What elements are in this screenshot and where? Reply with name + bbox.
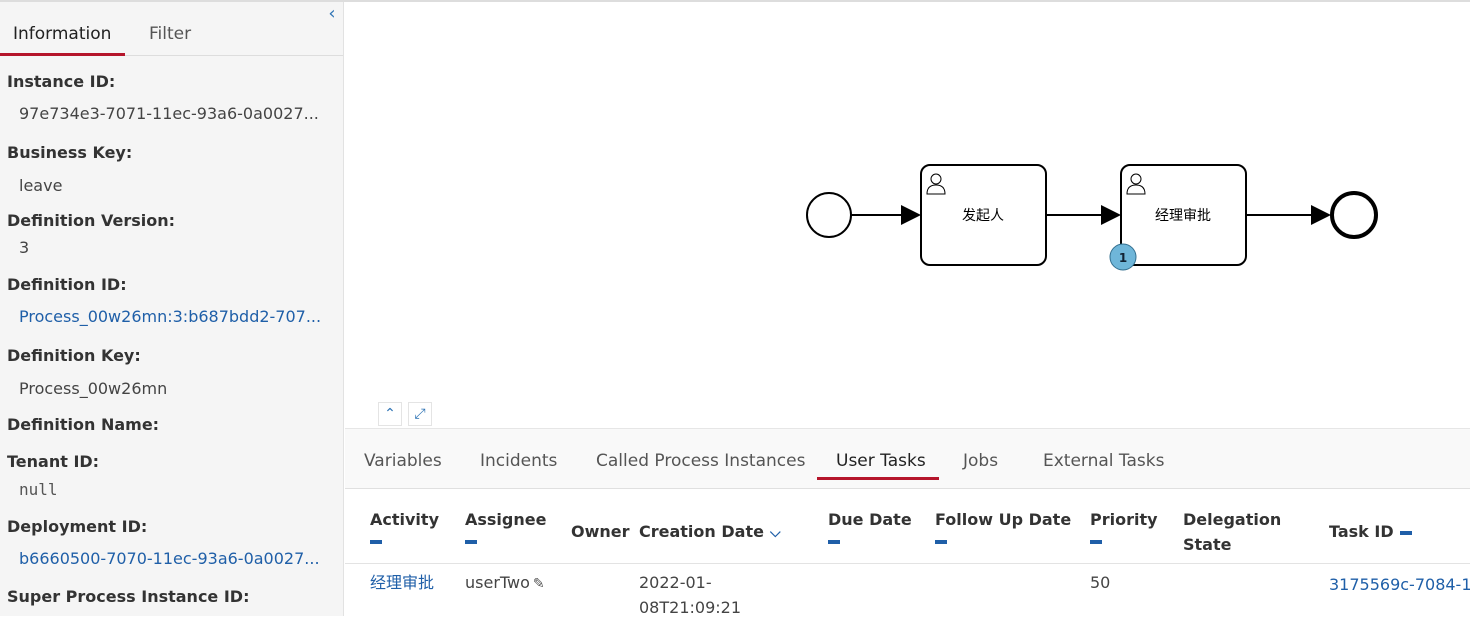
detail-tabs: Variables Incidents Called Process Insta… xyxy=(345,429,1470,489)
active-instance-count: 1 xyxy=(1119,251,1127,265)
definition-id-label: Definition ID: xyxy=(7,275,127,294)
expand-icon[interactable]: ⤢ xyxy=(408,402,432,426)
tab-filter[interactable]: Filter xyxy=(149,16,191,56)
column-owner[interactable]: Owner xyxy=(571,519,630,544)
chevron-up-icon[interactable]: ⌃ xyxy=(378,402,402,426)
definition-id-link[interactable]: Process_00w26mn:3:b687bdd2-707... xyxy=(19,307,321,326)
column-priority[interactable]: Priority xyxy=(1090,507,1158,544)
sort-icon[interactable] xyxy=(1399,530,1412,535)
bpmn-diagram[interactable]: 发起人 经理审批 1 ⌃ ⤢ xyxy=(345,2,1470,428)
bpmn-canvas: 发起人 经理审批 1 xyxy=(806,164,1378,271)
definition-key-label: Definition Key: xyxy=(7,346,141,365)
start-event[interactable] xyxy=(806,192,852,238)
column-delegation-state-label: Delegation xyxy=(1183,510,1282,529)
business-key-value: leave xyxy=(19,176,63,195)
column-task-id-label: Task ID xyxy=(1329,522,1394,541)
row-activity-link[interactable]: 经理审批 xyxy=(370,570,434,595)
sidebar: ‹ Information Filter Instance ID: 97e734… xyxy=(0,2,344,616)
definition-version-label: Definition Version: xyxy=(7,211,175,230)
business-key-label: Business Key: xyxy=(7,143,133,162)
instance-id-label: Instance ID: xyxy=(7,72,116,91)
row-creation-date-line1: 2022-01- xyxy=(639,573,712,592)
row-assignee: userTwo ✎ xyxy=(465,570,545,597)
deployment-id-link[interactable]: b6660500-7070-11ec-93a6-0a0027... xyxy=(19,549,320,568)
row-creation-date: 2022-01- 08T21:09:21 xyxy=(639,570,741,620)
sort-icon[interactable] xyxy=(465,540,477,544)
pencil-icon[interactable]: ✎ xyxy=(533,576,545,592)
tab-user-tasks[interactable]: User Tasks xyxy=(836,451,926,471)
column-follow-up-date[interactable]: Follow Up Date xyxy=(935,507,1071,544)
column-task-id[interactable]: Task ID xyxy=(1329,519,1412,544)
column-creation-date-label: Creation Date xyxy=(639,522,764,541)
column-assignee[interactable]: Assignee xyxy=(465,507,546,544)
tenant-id-value: null xyxy=(19,480,58,499)
column-follow-up-date-label: Follow Up Date xyxy=(935,510,1072,529)
detail-panel: Variables Incidents Called Process Insta… xyxy=(345,428,1470,617)
sort-desc-icon[interactable]: ⌵ xyxy=(770,521,781,546)
column-delegation-state[interactable]: Delegation State xyxy=(1183,507,1281,557)
column-creation-date[interactable]: Creation Date ⌵ xyxy=(639,519,781,546)
row-creation-date-line2: 08T21:09:21 xyxy=(639,598,741,617)
table-header-divider xyxy=(345,563,1470,564)
column-activity-label: Activity xyxy=(370,510,439,529)
column-assignee-label: Assignee xyxy=(465,510,547,529)
tenant-id-label: Tenant ID: xyxy=(7,452,100,471)
tab-external-tasks[interactable]: External Tasks xyxy=(1043,451,1164,471)
sort-icon[interactable] xyxy=(935,540,947,544)
row-priority: 50 xyxy=(1090,573,1111,592)
definition-version-value: 3 xyxy=(19,238,30,257)
column-priority-label: Priority xyxy=(1090,510,1158,529)
column-delegation-state-label-2: State xyxy=(1183,535,1232,554)
row-task-id-link[interactable]: 3175569c-7084-1 xyxy=(1329,572,1470,597)
task-manager-approval-label: 经理审批 xyxy=(1155,208,1211,224)
sort-icon[interactable] xyxy=(1090,540,1102,544)
tab-information[interactable]: Information xyxy=(0,16,125,56)
end-event[interactable] xyxy=(1330,191,1378,239)
definition-key-value: Process_00w26mn xyxy=(19,379,168,398)
tab-jobs[interactable]: Jobs xyxy=(963,451,998,471)
column-due-date-label: Due Date xyxy=(828,510,912,529)
deployment-id-label: Deployment ID: xyxy=(7,517,148,536)
tab-called-process-instances[interactable]: Called Process Instances xyxy=(596,451,805,471)
tab-variables[interactable]: Variables xyxy=(364,451,442,471)
row-assignee-value: userTwo xyxy=(465,573,530,592)
sidebar-tabs: Information Filter xyxy=(0,16,343,56)
sort-icon[interactable] xyxy=(370,540,382,544)
tab-incidents[interactable]: Incidents xyxy=(480,451,557,471)
column-due-date[interactable]: Due Date xyxy=(828,507,912,544)
instance-id-value: 97e734e3-7071-11ec-93a6-0a0027... xyxy=(19,104,319,123)
definition-name-label: Definition Name: xyxy=(7,415,160,434)
active-tab-indicator xyxy=(817,477,939,480)
sort-icon[interactable] xyxy=(828,540,840,544)
super-process-instance-id-label: Super Process Instance ID: xyxy=(7,587,250,606)
column-activity[interactable]: Activity xyxy=(370,507,439,544)
task-initiator-label: 发起人 xyxy=(962,208,1004,224)
